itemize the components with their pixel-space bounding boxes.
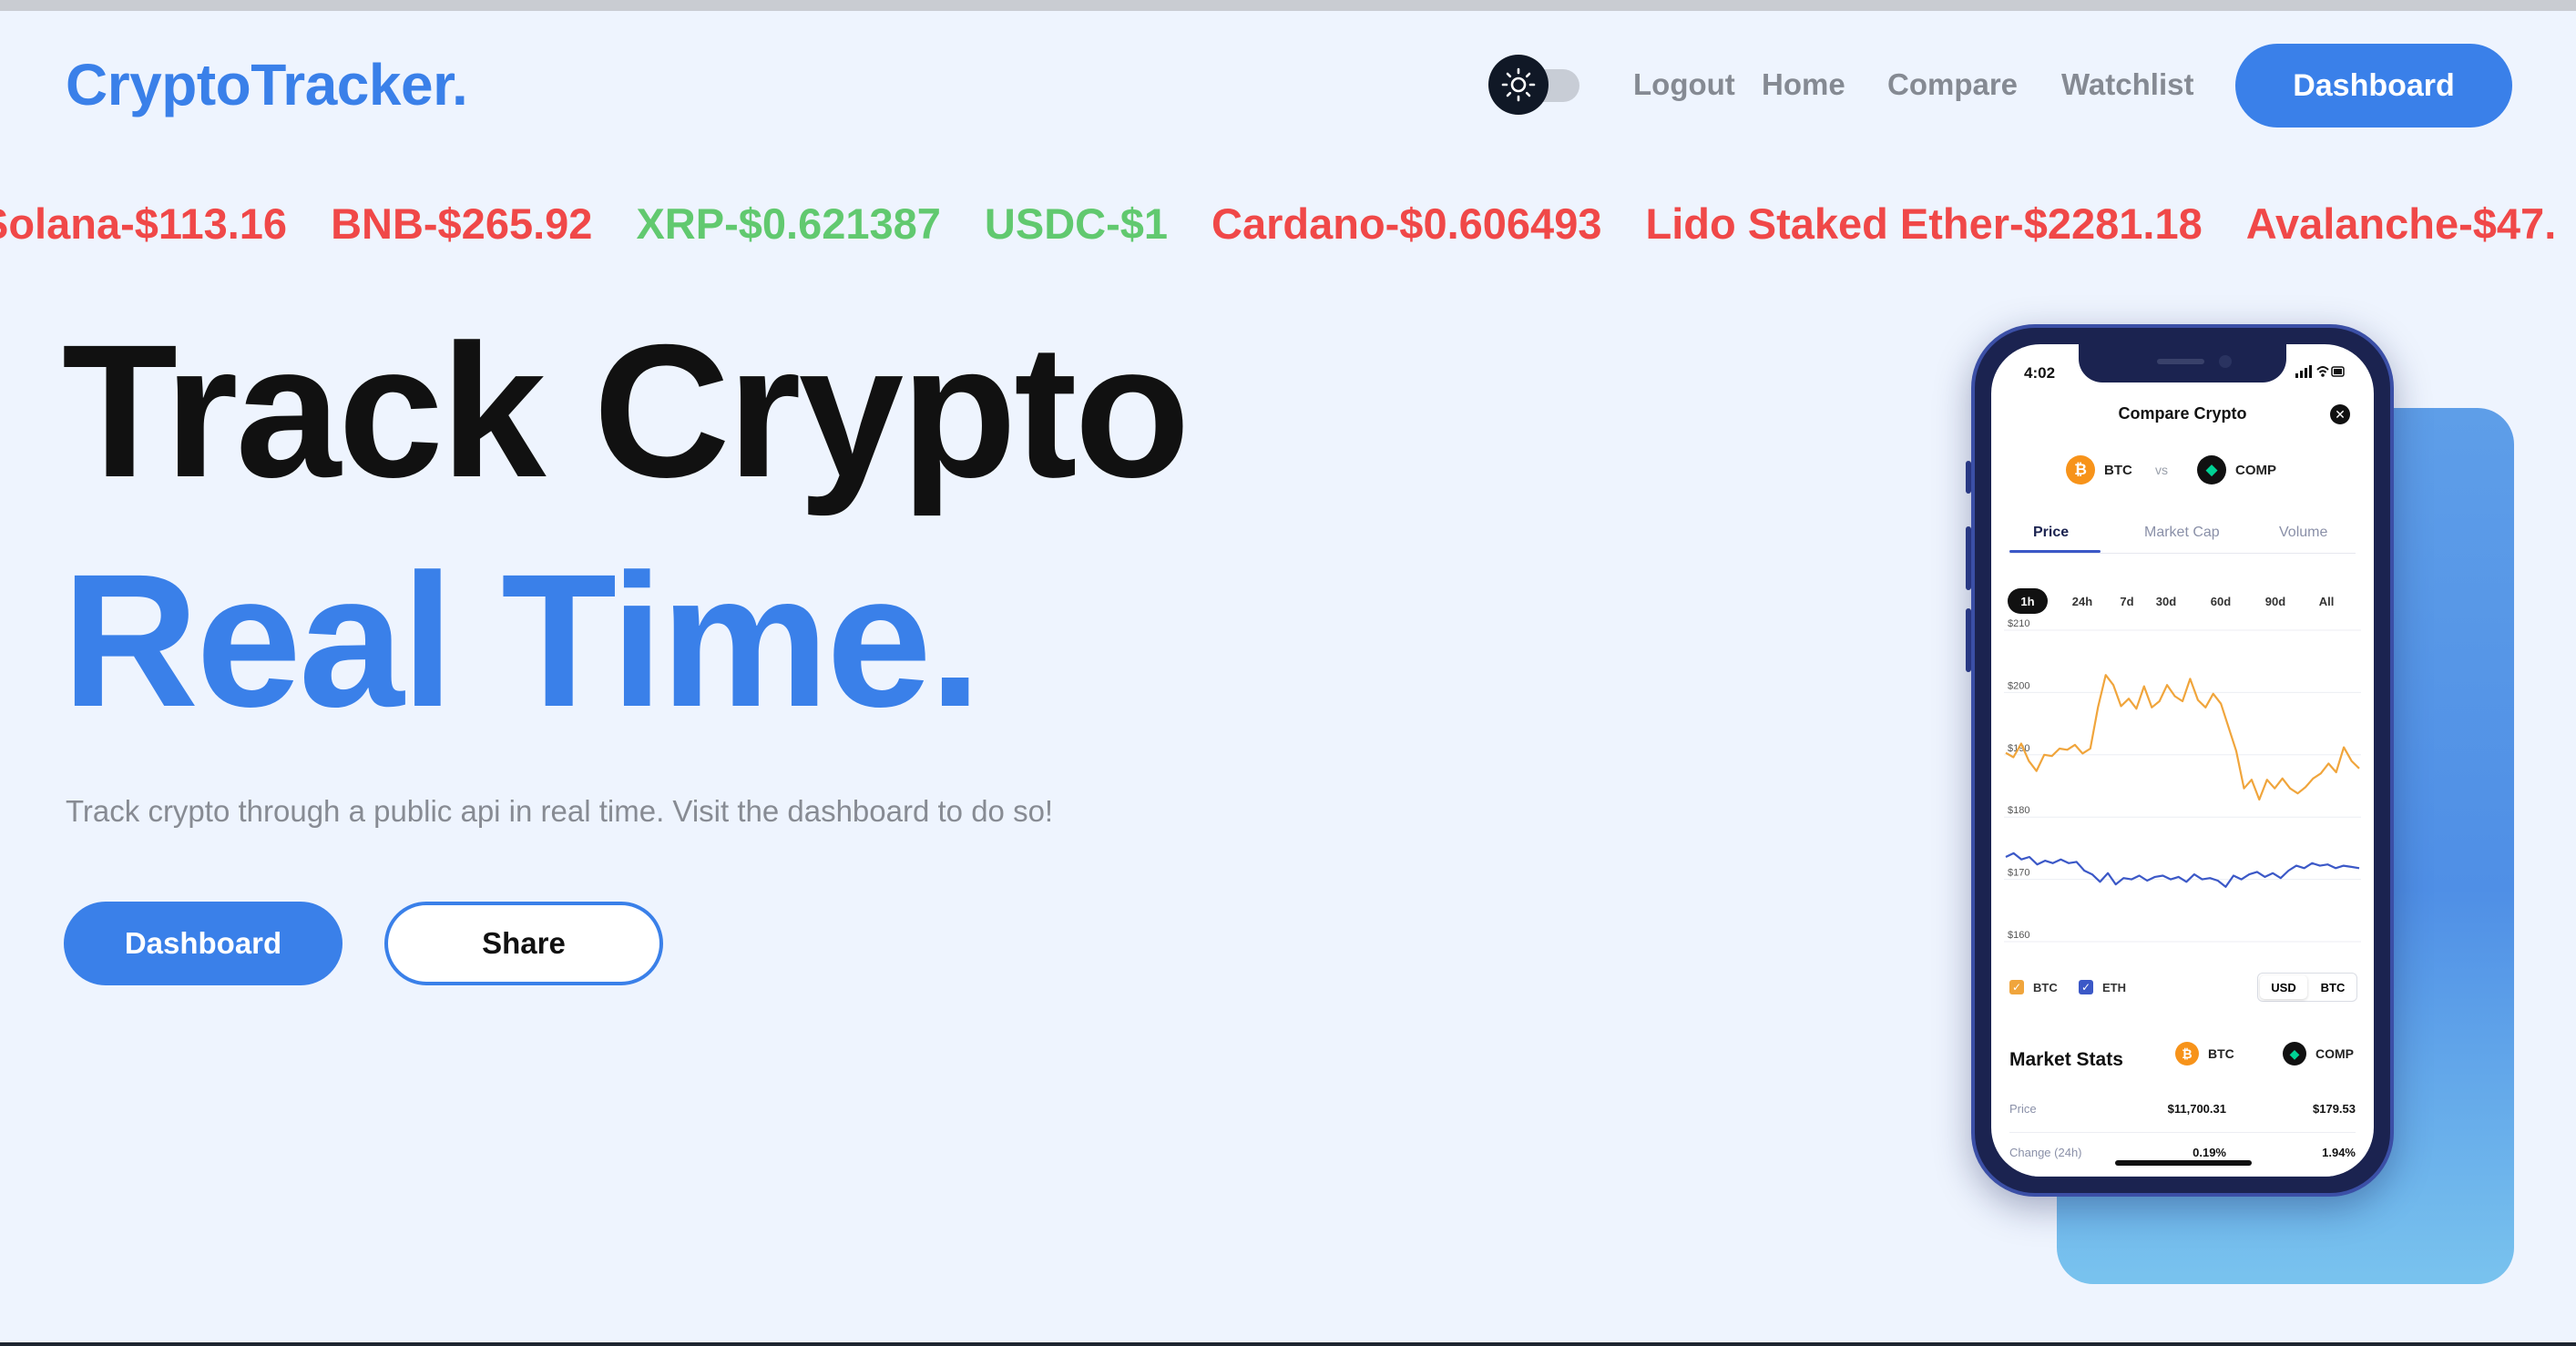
browser-top-edge [0, 0, 2576, 11]
hero-title-line2: Real Time. [62, 535, 982, 747]
ticker-item[interactable]: Avalanche-$47. [2246, 199, 2557, 249]
range-all[interactable]: All [2312, 588, 2341, 614]
checkbox-icon: ✓ [2079, 980, 2093, 994]
compound-icon: ◆ [2283, 1042, 2306, 1066]
bitcoin-icon: ₿ [2175, 1042, 2199, 1066]
range-30d[interactable]: 30d [2148, 588, 2184, 614]
phone-notch [2079, 344, 2286, 382]
status-icons [2295, 365, 2345, 378]
phone-clock: 4:02 [2024, 364, 2056, 382]
range-90d[interactable]: 90d [2257, 588, 2294, 614]
series-line-eth [2005, 851, 2360, 888]
ticker-item[interactable]: Solana-$113.16 [0, 199, 287, 249]
series-line-btc [2005, 674, 2360, 801]
nav-home[interactable]: Home [1762, 67, 1845, 102]
coin-a-label: BTC [2104, 462, 2132, 478]
hero-share-button[interactable]: Share [384, 902, 663, 985]
close-icon[interactable]: ✕ [2330, 404, 2350, 424]
ticker-item[interactable]: BNB-$265.92 [331, 199, 592, 249]
phone-mockup: 4:02 Compare Crypto ✕ ₿ BTC vs ◆ COMP Pr… [1971, 324, 2394, 1197]
checkbox-icon: ✓ [2009, 980, 2024, 994]
y-tick-label: $180 [2008, 805, 2029, 816]
market-stats-title: Market Stats [2009, 1049, 2123, 1070]
tab-volume[interactable]: Volume [2279, 525, 2327, 541]
stat-row-change: Change (24h) 0.19% 1.94% [2009, 1133, 2356, 1177]
phone-screen: 4:02 Compare Crypto ✕ ₿ BTC vs ◆ COMP Pr… [1991, 344, 2374, 1177]
stat-value-b: $179.53 [2313, 1102, 2356, 1116]
y-tick-label: $160 [2008, 930, 2029, 941]
currency-usd[interactable]: USD [2260, 975, 2307, 999]
coin-b[interactable]: ◆ COMP [2197, 455, 2276, 484]
theme-toggle[interactable] [1488, 55, 1579, 115]
range-7d[interactable]: 7d [2113, 588, 2141, 614]
coin-a[interactable]: ₿ BTC [2066, 455, 2132, 484]
tab-market-cap[interactable]: Market Cap [2144, 525, 2220, 541]
tab-price[interactable]: Price [2033, 525, 2069, 541]
ticker-item[interactable]: XRP-$0.621387 [636, 199, 940, 249]
legend-btc[interactable]: ✓ BTC [2009, 980, 2058, 994]
y-tick-label: $210 [2008, 618, 2029, 629]
bitcoin-icon: ₿ [2066, 455, 2095, 484]
stats-coin-b: ◆ COMP [2283, 1042, 2354, 1066]
stat-label: Price [2009, 1102, 2037, 1116]
phone-camera [2219, 355, 2232, 368]
sun-icon [1501, 67, 1536, 102]
legend-eth-label: ETH [2102, 980, 2126, 994]
stat-value-a: $11,700.31 [2167, 1102, 2226, 1116]
compound-icon: ◆ [2197, 455, 2226, 484]
stat-value-a: 0.19% [2193, 1146, 2226, 1159]
price-chart: $210$200$190$180$170$160 [2004, 618, 2361, 943]
hero-dashboard-button[interactable]: Dashboard [64, 902, 342, 985]
y-tick-label: $170 [2008, 868, 2029, 879]
currency-toggle[interactable]: USD BTC [2257, 973, 2357, 1002]
legend-btc-label: BTC [2033, 980, 2058, 994]
stats-coin-a: ₿ BTC [2175, 1042, 2234, 1066]
stat-row-price: Price $11,700.31 $179.53 [2009, 1089, 2356, 1133]
vs-label: vs [2155, 463, 2168, 477]
range-1h[interactable]: 1h [2008, 588, 2048, 614]
nav-watchlist[interactable]: Watchlist [2061, 67, 2193, 102]
range-24h[interactable]: 24h [2064, 588, 2101, 614]
ticker-item[interactable]: Cardano-$0.606493 [1211, 199, 1601, 249]
coin-b-label: COMP [2235, 462, 2276, 478]
toggle-knob [1488, 55, 1549, 115]
stats-coin-a-label: BTC [2208, 1046, 2234, 1061]
hero-title-line1: Track Crypto [62, 306, 1191, 517]
tab-active-indicator [2009, 550, 2101, 553]
home-indicator [2115, 1160, 2252, 1166]
ticker-item[interactable]: Lido Staked Ether-$2281.18 [1645, 199, 2202, 249]
hero-subtitle: Track crypto through a public api in rea… [66, 794, 1054, 828]
ticker-item[interactable]: USDC-$1 [985, 199, 1168, 249]
ticker-track: Solana-$113.16 BNB-$265.92 XRP-$0.621387 US… [0, 199, 2576, 249]
nav-compare[interactable]: Compare [1887, 67, 2018, 102]
stat-value-b: 1.94% [2322, 1146, 2356, 1159]
y-tick-label: $200 [2008, 680, 2029, 691]
phone-speaker [2157, 359, 2204, 364]
price-ticker: Solana-$113.16 BNB-$265.92 XRP-$0.621387 US… [0, 199, 2576, 253]
range-60d[interactable]: 60d [2203, 588, 2239, 614]
stat-label: Change (24h) [2009, 1146, 2082, 1159]
nav-dashboard-button[interactable]: Dashboard [2235, 44, 2512, 127]
currency-btc[interactable]: BTC [2309, 974, 2356, 1001]
legend-eth[interactable]: ✓ ETH [2079, 980, 2126, 994]
tab-divider [2009, 553, 2356, 554]
logo[interactable]: CryptoTracker. [66, 51, 468, 118]
stats-coin-b-label: COMP [2315, 1046, 2354, 1061]
nav-logout[interactable]: Logout [1633, 67, 1735, 102]
phone-title: Compare Crypto [2118, 404, 2247, 423]
browser-bottom-edge [0, 1342, 2576, 1346]
